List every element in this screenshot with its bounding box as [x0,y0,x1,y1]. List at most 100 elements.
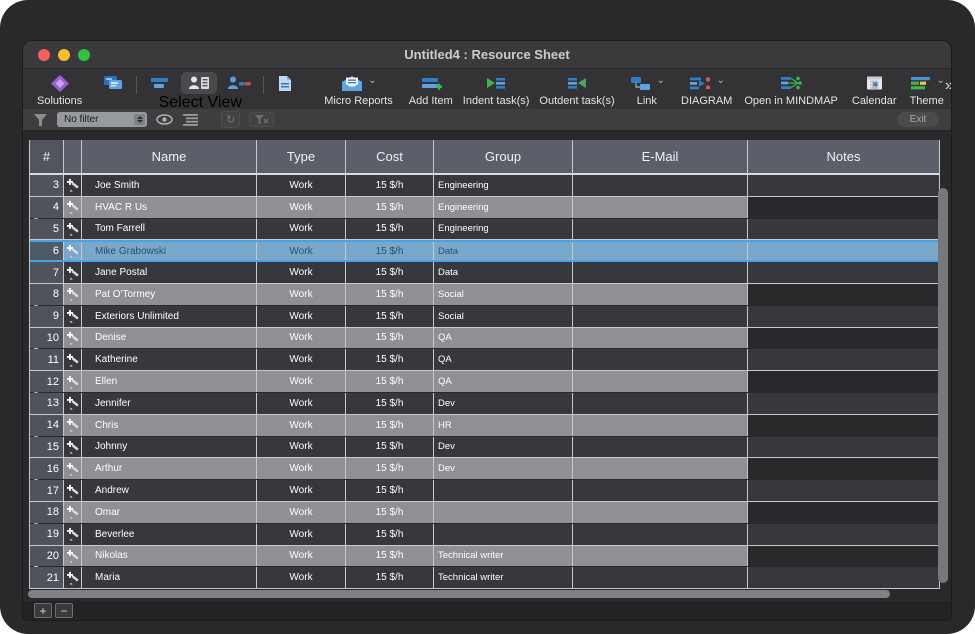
row-number[interactable]: 16 [30,458,64,479]
column-header-number[interactable]: # [30,140,64,173]
cell-group[interactable]: Technical writer [434,546,573,567]
toolbar-overflow-button[interactable]: » [945,77,952,105]
open-in-mindmap-button[interactable]: Open in MINDMAP [744,72,838,109]
refresh-button[interactable]: ↻ [221,111,240,128]
cell-email[interactable] [573,415,748,436]
add-row-button[interactable]: + [34,603,52,618]
table-row[interactable]: 21 Maria Work 15 $/h Technical writer [30,567,939,589]
cell-notes[interactable] [748,480,939,501]
cell-type[interactable]: Work [257,480,346,501]
cell-notes[interactable] [748,437,939,458]
resource-edit-icon[interactable] [64,284,82,305]
cell-cost[interactable]: 15 $/h [346,175,434,196]
cell-group[interactable]: Data [434,242,573,260]
row-number[interactable]: 5 [30,219,64,240]
cell-name[interactable]: Denise [82,328,257,349]
cell-cost[interactable]: 15 $/h [346,458,434,479]
horizontal-scrollbar-thumb[interactable] [28,590,890,598]
cell-name[interactable]: Pat O'Tormey [82,284,257,305]
cell-email[interactable] [573,197,748,218]
cell-email[interactable] [573,546,748,567]
clear-filter-button[interactable] [249,112,274,127]
table-row[interactable]: 14 Chris Work 15 $/h HR [30,415,42,437]
resource-edit-icon[interactable] [64,349,82,370]
cell-cost[interactable]: 15 $/h [346,262,434,283]
resource-sheet-view-button[interactable] [181,72,217,94]
cell-type[interactable]: Work [257,524,346,545]
row-number[interactable]: 8 [30,284,64,305]
view-panels-button[interactable] [102,72,124,109]
vertical-scrollbar-thumb[interactable] [938,188,948,583]
cell-email[interactable] [573,567,748,588]
cell-name[interactable]: Omar [82,502,257,523]
cell-type[interactable]: Work [257,306,346,327]
cell-name[interactable]: Tom Farrell [82,219,257,240]
cell-email[interactable] [573,175,748,196]
cell-group[interactable]: Dev [434,393,573,414]
cell-cost[interactable]: 15 $/h [346,242,434,260]
solutions-button[interactable]: Solutions [37,72,82,109]
cell-email[interactable] [573,502,748,523]
cell-type[interactable]: Work [257,242,346,260]
cell-cost[interactable]: 15 $/h [346,546,434,567]
cell-group[interactable]: Engineering [434,175,573,196]
resource-edit-icon[interactable] [64,328,82,349]
row-number[interactable]: 13 [30,393,64,414]
cell-notes[interactable] [748,262,939,283]
add-item-button[interactable]: Add Item [409,72,453,109]
cell-name[interactable]: Nikolas [82,546,257,567]
remove-row-button[interactable]: − [55,603,73,618]
cell-type[interactable]: Work [257,567,346,588]
table-row[interactable]: 19 Beverlee Work 15 $/h [30,524,939,546]
table-row[interactable]: 10 Denise Work 15 $/h QA [30,328,42,350]
cell-cost[interactable]: 15 $/h [346,567,434,588]
row-number[interactable]: 15 [30,437,64,458]
cell-notes[interactable] [748,393,939,414]
cell-group[interactable]: Engineering [434,197,573,218]
cell-type[interactable]: Work [257,219,346,240]
cell-group[interactable] [434,524,573,545]
cell-group[interactable]: QA [434,328,573,349]
cell-group[interactable]: QA [434,349,573,370]
cell-email[interactable] [573,262,748,283]
cell-group[interactable]: HR [434,415,573,436]
cell-type[interactable]: Work [257,371,346,392]
table-row[interactable]: 5 Tom Farrell Work 15 $/h Engineering [30,219,939,241]
resource-edit-icon[interactable] [64,567,82,588]
cell-type[interactable]: Work [257,415,346,436]
resource-edit-icon[interactable] [64,458,82,479]
micro-reports-button[interactable]: ⌄ Micro Reports [324,72,392,109]
resource-edit-icon[interactable] [64,242,82,260]
row-number[interactable]: 17 [30,480,64,501]
cell-type[interactable]: Work [257,546,346,567]
theme-button[interactable]: ⌄ Theme [909,72,945,109]
cell-type[interactable]: Work [257,502,346,523]
cell-email[interactable] [573,437,748,458]
cell-cost[interactable]: 15 $/h [346,349,434,370]
table-row[interactable]: 7 Jane Postal Work 15 $/h Data [30,262,939,284]
table-row[interactable]: 11 Katherine Work 15 $/h QA [30,349,939,371]
cell-cost[interactable]: 15 $/h [346,328,434,349]
table-row[interactable]: 20 Nikolas Work 15 $/h Technical writer [30,546,42,568]
table-row[interactable]: 16 Arthur Work 15 $/h Dev [30,458,42,480]
resource-edit-icon[interactable] [64,524,82,545]
cell-type[interactable]: Work [257,197,346,218]
cell-cost[interactable]: 15 $/h [346,306,434,327]
row-number[interactable]: 11 [30,349,64,370]
minimize-window-button[interactable] [58,49,70,61]
cell-notes[interactable] [748,524,939,545]
resource-edit-icon[interactable] [64,546,82,567]
exit-button[interactable]: Exit [897,112,939,127]
resource-edit-icon[interactable] [64,480,82,501]
table-row[interactable]: 9 Exteriors Unlimited Work 15 $/h Social [30,306,939,328]
cell-name[interactable]: Katherine [82,349,257,370]
cell-cost[interactable]: 15 $/h [346,393,434,414]
cell-name[interactable]: Jane Postal [82,262,257,283]
column-header-email[interactable]: E-Mail [573,140,748,173]
table-row[interactable]: 18 Omar Work 15 $/h [30,502,42,524]
outline-list-button[interactable] [182,113,202,126]
column-header-name[interactable]: Name [82,140,257,173]
cell-cost[interactable]: 15 $/h [346,197,434,218]
cell-type[interactable]: Work [257,262,346,283]
row-number[interactable]: 10 [30,328,64,349]
